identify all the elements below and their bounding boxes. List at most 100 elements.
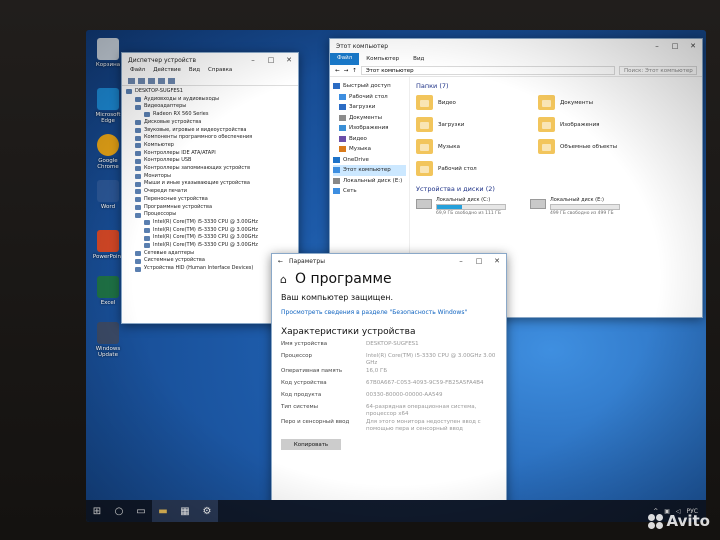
folder-label: Объемные объекты [560,143,618,150]
search-input[interactable]: Поиск: Этот компьютер [619,66,697,75]
forward-icon[interactable] [138,77,145,84]
nav-item[interactable]: Видео [333,134,406,145]
drive-item[interactable]: Локальный диск (E:) 499 ГБ свободно из 49… [530,197,620,216]
close-icon[interactable]: ✕ [488,257,506,265]
search-icon[interactable]: ○ [108,500,130,522]
folder-item[interactable]: Изображения [538,116,668,133]
menu-item[interactable]: Файл [130,67,145,76]
device-tree-node[interactable]: Intel(R) Core(TM) i5-3330 CPU @ 3.00GHz [126,234,294,242]
back-icon[interactable] [128,77,135,84]
device-tree-node[interactable]: Контроллеры запоминающих устройств [126,165,294,173]
folder-item[interactable]: Объемные объекты [538,138,668,155]
minimize-icon[interactable]: – [648,42,666,50]
desktop-icon-word[interactable]: Word [92,180,124,210]
settings-titlebar[interactable]: ← Параметры – □ ✕ [272,254,506,268]
start-icon[interactable]: ⊞ [86,500,108,522]
properties-icon[interactable] [148,77,155,84]
device-tree-node[interactable]: Процессоры [126,211,294,219]
back-arrow-icon[interactable]: ← [335,68,340,74]
nav-item[interactable]: Сеть [333,186,406,197]
forward-arrow-icon[interactable]: → [344,68,349,74]
gear-icon[interactable]: ⚙ [196,500,218,522]
device-tree-label: Мыши и иные указывающие устройства [144,180,250,187]
nav-item[interactable]: Загрузки [333,102,406,113]
address-bar[interactable]: Этот компьютер [360,66,615,75]
monitor-icon[interactable] [168,77,175,84]
device-tree-node[interactable]: Компьютер [126,142,294,150]
home-icon[interactable]: ⌂ [280,273,287,286]
close-icon[interactable]: ✕ [280,56,298,64]
device-tree-node[interactable]: Intel(R) Core(TM) i5-3330 CPU @ 3.00GHz [126,242,294,250]
folder-item[interactable]: Видео [416,94,538,111]
nav-item[interactable]: Быстрый доступ [333,81,406,92]
nav-item[interactable]: Рабочий стол [333,92,406,103]
nav-item[interactable]: Музыка [333,144,406,155]
maximize-icon[interactable]: □ [470,257,488,265]
device-tree-node[interactable]: Системные устройства [126,257,294,265]
device-specs-list: Имя устройства DESKTOP-SUGFES1 Процессор In… [272,341,506,433]
minimize-icon[interactable]: – [452,257,470,265]
device-tree-node[interactable]: Контроллеры IDE ATA/ATAPI [126,150,294,158]
menu-item[interactable]: Действие [153,67,181,76]
copy-button[interactable]: Копировать [281,439,341,450]
folder-item[interactable]: Загрузки [416,116,538,133]
menu-item[interactable]: Вид [189,67,200,76]
device-tree-node[interactable]: Переносные устройства [126,196,294,204]
device-tree-node[interactable]: Intel(R) Core(TM) i5-3330 CPU @ 3.00GHz [126,227,294,235]
page-title: О программе [294,271,392,287]
folders-header[interactable]: Папки (7) [416,82,696,90]
desktop-icon-edge[interactable]: Microsoft Edge [92,88,124,124]
device-tree-node[interactable]: Компоненты программного обеспечения [126,134,294,142]
nav-item[interactable]: Изображения [333,123,406,134]
device-tree-node[interactable]: Intel(R) Core(TM) i5-3330 CPU @ 3.00GHz [126,219,294,227]
close-icon[interactable]: ✕ [684,42,702,50]
drive-item[interactable]: Локальный диск (C:) 69,9 ГБ свободно из 1… [416,197,506,216]
nav-item[interactable]: Документы [333,113,406,124]
device-manager-title: Диспетчер устройств [128,56,197,64]
ribbon-tab-computer[interactable]: Компьютер [359,56,406,62]
nav-item[interactable]: Этот компьютер [333,165,406,176]
menu-item[interactable]: Справка [208,67,232,76]
desktop-icon-excel[interactable]: Excel [92,276,124,306]
desktop-icon-setup[interactable]: Windows Update [92,322,124,358]
folder-item[interactable]: Документы [538,94,668,111]
up-arrow-icon[interactable]: ↑ [352,68,357,74]
ribbon-tab-file[interactable]: Файл [330,53,360,65]
back-arrow-icon[interactable]: ← [278,258,283,265]
explorer-titlebar[interactable]: Этот компьютер – □ ✕ [330,39,702,53]
ribbon-tab-view[interactable]: Вид [406,56,431,62]
help-icon[interactable] [158,77,165,84]
device-tree-node[interactable]: Аудиовходы и аудиовыходы [126,96,294,104]
minimize-icon[interactable]: – [244,56,262,64]
device-tree-node[interactable]: Программные устройства [126,204,294,212]
device-tree-node[interactable]: Radeon RX 560 Series [126,111,294,119]
device-tree-node[interactable]: Сетевые адаптеры [126,250,294,258]
task-view-icon[interactable]: ▭ [130,500,152,522]
maximize-icon[interactable]: □ [262,56,280,64]
desktop-icon-recycle-bin[interactable]: Корзина [92,38,124,68]
device-tree-node[interactable]: Очереди печати [126,188,294,196]
device-manager-taskbar-icon[interactable]: ▦ [174,500,196,522]
nav-item[interactable]: Локальный диск (E:) [333,176,406,187]
device-tree-node[interactable]: Звуковые, игровые и видеоустройства [126,127,294,135]
desktop-icon-chrome[interactable]: Google Chrome [92,134,124,170]
device-tree-node[interactable]: Мониторы [126,173,294,181]
device-tree-node[interactable]: Дисковые устройства [126,119,294,127]
file-explorer-icon[interactable]: ▬ [152,500,174,522]
device-tree-node[interactable]: DESKTOP-SUGFES1 [126,88,294,96]
device-tree-node[interactable]: Устройства HID (Human Interface Devices) [126,265,294,273]
desktop-icon-powerpoint[interactable]: PowerPoint [92,230,124,260]
maximize-icon[interactable]: □ [666,42,684,50]
explorer-ribbon: Файл Компьютер Вид [330,53,702,65]
device-tree-node[interactable]: Видеоадаптеры [126,103,294,111]
excel-icon [97,276,119,298]
nav-item-icon [339,93,346,100]
device-tree-node[interactable]: Мыши и иные указывающие устройства [126,180,294,188]
device-manager-titlebar[interactable]: Диспетчер устройств – □ ✕ [122,53,298,67]
folder-item[interactable]: Музыка [416,138,538,155]
device-tree-node[interactable]: Контроллеры USB [126,157,294,165]
drives-header[interactable]: Устройства и диски (2) [416,185,696,193]
folder-item[interactable]: Рабочий стол [416,160,538,177]
nav-item[interactable]: OneDrive [333,155,406,166]
security-link[interactable]: Просмотреть сведения в разделе "Безопасн… [272,305,506,321]
